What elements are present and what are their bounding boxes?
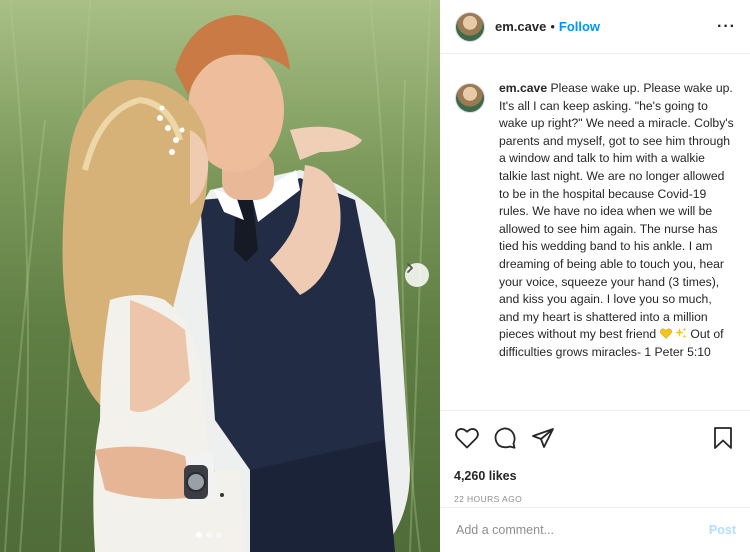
username-link[interactable]: em.cave — [495, 19, 546, 34]
post-side-panel: em.cave • Follow ··· em.cave Please wake… — [440, 0, 750, 552]
post-header: em.cave • Follow ··· — [440, 0, 750, 54]
comments-area[interactable]: em.cave Please wake up. Please wake up. … — [440, 54, 750, 410]
post-actions: 4,260 likes 22 HOURS AGO — [440, 410, 750, 504]
more-options-icon[interactable]: ··· — [717, 18, 736, 36]
carousel-dots — [196, 532, 222, 538]
carousel-dot — [196, 532, 202, 538]
chevron-right-icon — [407, 263, 413, 273]
caption-body: Please wake up. Please wake up. It's all… — [499, 81, 734, 342]
caption: em.cave Please wake up. Please wake up. … — [455, 80, 736, 362]
paper-plane-icon — [532, 428, 554, 448]
avatar[interactable] — [455, 83, 485, 113]
instagram-post: em.cave • Follow ··· em.cave Please wake… — [0, 0, 750, 552]
post-comment-button[interactable]: Post — [709, 523, 736, 537]
next-slide-button[interactable] — [405, 263, 429, 287]
share-button[interactable] — [530, 425, 556, 451]
sparkles-icon — [674, 327, 687, 339]
post-photo[interactable] — [0, 0, 440, 552]
post-timestamp[interactable]: 22 HOURS AGO — [454, 494, 736, 504]
heart-icon — [455, 428, 479, 449]
like-button[interactable] — [454, 425, 480, 451]
comment-input[interactable] — [454, 522, 709, 538]
yellow-heart-icon — [659, 328, 672, 340]
separator-dot: • — [550, 19, 555, 34]
comment-icon — [494, 427, 516, 449]
save-button[interactable] — [710, 425, 736, 451]
like-count[interactable]: 4,260 likes — [454, 469, 736, 483]
add-comment-bar: Post — [440, 507, 750, 552]
follow-button[interactable]: Follow — [559, 19, 600, 34]
action-icons — [454, 425, 736, 451]
carousel-dot — [206, 532, 212, 538]
wedding-photo — [4, 0, 431, 552]
carousel-dot — [216, 532, 222, 538]
comment-button[interactable] — [492, 425, 518, 451]
caption-username[interactable]: em.cave — [499, 81, 547, 95]
avatar[interactable] — [455, 11, 485, 42]
caption-text: em.cave Please wake up. Please wake up. … — [499, 80, 734, 362]
bookmark-icon — [714, 427, 732, 449]
